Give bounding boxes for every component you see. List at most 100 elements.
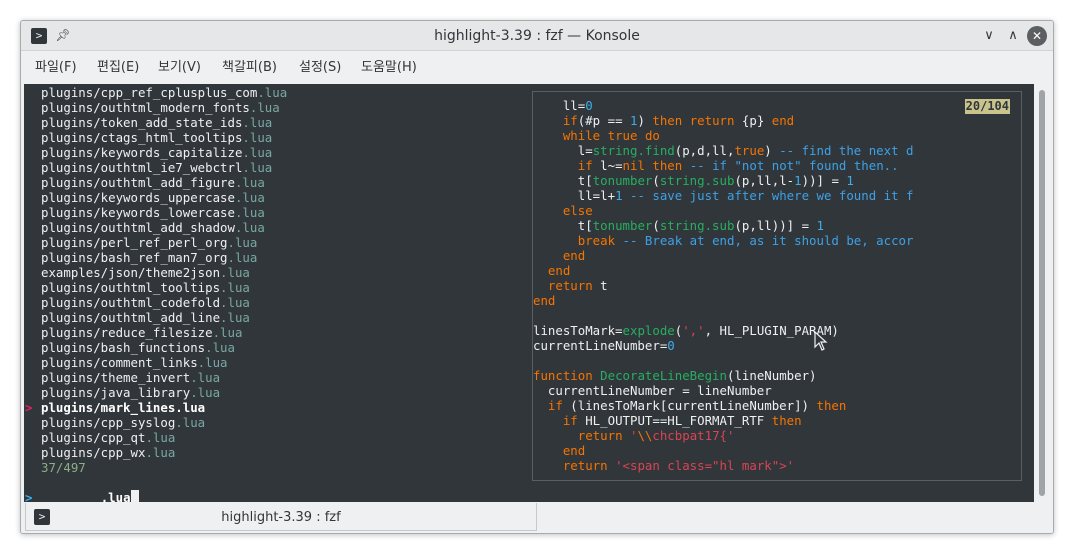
code-token: ',' [682, 323, 705, 338]
code-token: end [771, 113, 795, 128]
terminal-area[interactable]: plugins/cpp_ref_cplusplus_com.lua plugins… [24, 84, 1034, 502]
code-line: t[tonumber(string.sub(p,ll))] = 1 [533, 218, 1021, 233]
prompt-symbol: > [25, 490, 33, 502]
list-item[interactable]: examples/json/theme2json.lua [24, 265, 534, 280]
menu-help[interactable]: 도움말(H) [361, 51, 417, 83]
list-item[interactable]: plugins/ctags_html_tooltips.lua [24, 130, 534, 145]
file-extension: .lua [242, 130, 273, 145]
menu-file[interactable]: 파일(F) [35, 51, 77, 83]
file-path: plugins/keywords_capitalize [41, 145, 243, 160]
menu-bookmarks[interactable]: 책갈피(B) [222, 51, 277, 83]
fzf-prompt-line[interactable]: > .lua [24, 475, 534, 502]
chevron-down-icon[interactable]: ∨ [979, 26, 999, 46]
list-item[interactable]: plugins/java_library.lua [24, 385, 534, 400]
file-extension: .lua [220, 280, 250, 295]
code-token: linesToMark= [533, 323, 623, 338]
code-token: ll=l+ [533, 188, 616, 203]
code-line: t[tonumber(string.sub(p,ll,l-1))] = 1 [533, 173, 1021, 188]
file-extension: .lua [242, 145, 273, 160]
list-item[interactable]: plugins/outhtml_add_shadow.lua [24, 220, 534, 235]
list-item[interactable]: plugins/outhtml_tooltips.lua [24, 280, 534, 295]
list-item[interactable]: plugins/keywords_lowercase.lua [24, 205, 534, 220]
list-item[interactable]: plugins/cpp_ref_cplusplus_com.lua [24, 85, 534, 100]
list-item[interactable]: plugins/outhtml_add_line.lua [24, 310, 534, 325]
code-line: return '\\chcbpat17{' [533, 428, 1021, 443]
list-item[interactable]: plugins/reduce_filesize.lua [24, 325, 534, 340]
titlebar[interactable]: > 📌︎ highlight-3.39 : fzf — Konsole ∨ ∧ … [21, 21, 1053, 51]
konsole-window: > 📌︎ highlight-3.39 : fzf — Konsole ∨ ∧ … [20, 20, 1054, 534]
file-list: plugins/cpp_ref_cplusplus_com.lua plugins… [24, 85, 534, 460]
close-icon[interactable]: ✕ [1027, 26, 1047, 46]
file-extension: .lua [197, 355, 228, 370]
code-token: then [652, 158, 683, 173]
file-path: plugins/cpp_ref_cplusplus_com [41, 85, 258, 100]
menu-edit[interactable]: 편집(E) [97, 51, 139, 83]
list-item[interactable]: plugins/cpp_wx.lua [24, 445, 534, 460]
list-item[interactable]: plugins/comment_links.lua [24, 355, 534, 370]
preview-pane[interactable]: 20/104 ll=0 if(#p == 1) then return {p} … [532, 91, 1022, 481]
file-extension: .lua [234, 220, 265, 235]
code-token: true [607, 128, 638, 143]
file-extension: .lua [242, 115, 273, 130]
mouse-pointer-icon [814, 331, 828, 351]
file-extension: .lua [190, 370, 221, 385]
list-item[interactable]: plugins/token_add_state_ids.lua [24, 115, 534, 130]
code-token: 1 [794, 173, 802, 188]
code-token: -- Break at end, as it should be, accor [622, 233, 914, 248]
list-item[interactable]: plugins/keywords_capitalize.lua [24, 145, 534, 160]
code-token: end [533, 293, 556, 308]
terminal-scrollbar[interactable] [1034, 84, 1052, 502]
session-tab[interactable]: > highlight-3.39 : fzf [25, 503, 537, 531]
list-item[interactable]: plugins/cpp_qt.lua [24, 430, 534, 445]
list-item[interactable]: plugins/bash_functions.lua [24, 340, 534, 355]
file-extension: .lua [234, 190, 265, 205]
code-token: chcbpat17{ [652, 428, 727, 443]
fzf-file-list: plugins/cpp_ref_cplusplus_com.lua plugins… [24, 85, 534, 502]
scrollbar-thumb[interactable] [1039, 90, 1045, 496]
file-extension: .lua [242, 160, 273, 175]
list-item[interactable]: plugins/outhtml_codefold.lua [24, 295, 534, 310]
menu-view[interactable]: 보기(V) [158, 51, 201, 83]
code-token: DecorateLineBegin [600, 368, 727, 383]
code-token: else [562, 203, 593, 218]
code-token: ) [764, 143, 780, 158]
file-path: plugins/cpp_syslog [41, 415, 176, 430]
list-item[interactable]: plugins/outhtml_modern_fonts.lua [24, 100, 534, 115]
list-item[interactable]: plugins/cpp_syslog.lua [24, 415, 534, 430]
list-item-selected[interactable]: > plugins/mark_lines.lua [24, 400, 534, 415]
code-token: then [771, 413, 802, 428]
list-item[interactable]: plugins/perl_ref_perl_org.lua [24, 235, 534, 250]
file-extension: .lua [220, 295, 250, 310]
list-item[interactable]: plugins/bash_ref_man7_org.lua [24, 250, 534, 265]
list-item[interactable]: plugins/keywords_uppercase.lua [24, 190, 534, 205]
chevron-up-icon[interactable]: ∧ [1003, 26, 1023, 46]
list-item[interactable]: plugins/outhtml_ie7_webctrl.lua [24, 160, 534, 175]
code-token: return [689, 113, 735, 128]
file-path: plugins/outhtml_ie7_webctrl [41, 160, 243, 175]
code-line: return '<span class="hl mark">' [533, 458, 1021, 473]
code-token: ' [727, 428, 735, 443]
code-token: (lineNumber) [726, 368, 817, 383]
file-extension: .lua [234, 175, 265, 190]
list-item[interactable]: plugins/outhtml_add_figure.lua [24, 175, 534, 190]
code-line: end [533, 293, 1021, 308]
code-token: (linesToMark[currentLineNumber]) [562, 398, 817, 413]
code-token: tonumber [592, 173, 653, 188]
search-query[interactable]: .lua [101, 490, 131, 502]
code-token: function [533, 368, 593, 383]
file-extension: .lua [227, 235, 258, 250]
code-token: if [562, 413, 578, 428]
list-item[interactable]: plugins/theme_invert.lua [24, 370, 534, 385]
menu-settings[interactable]: 설정(S) [299, 51, 341, 83]
